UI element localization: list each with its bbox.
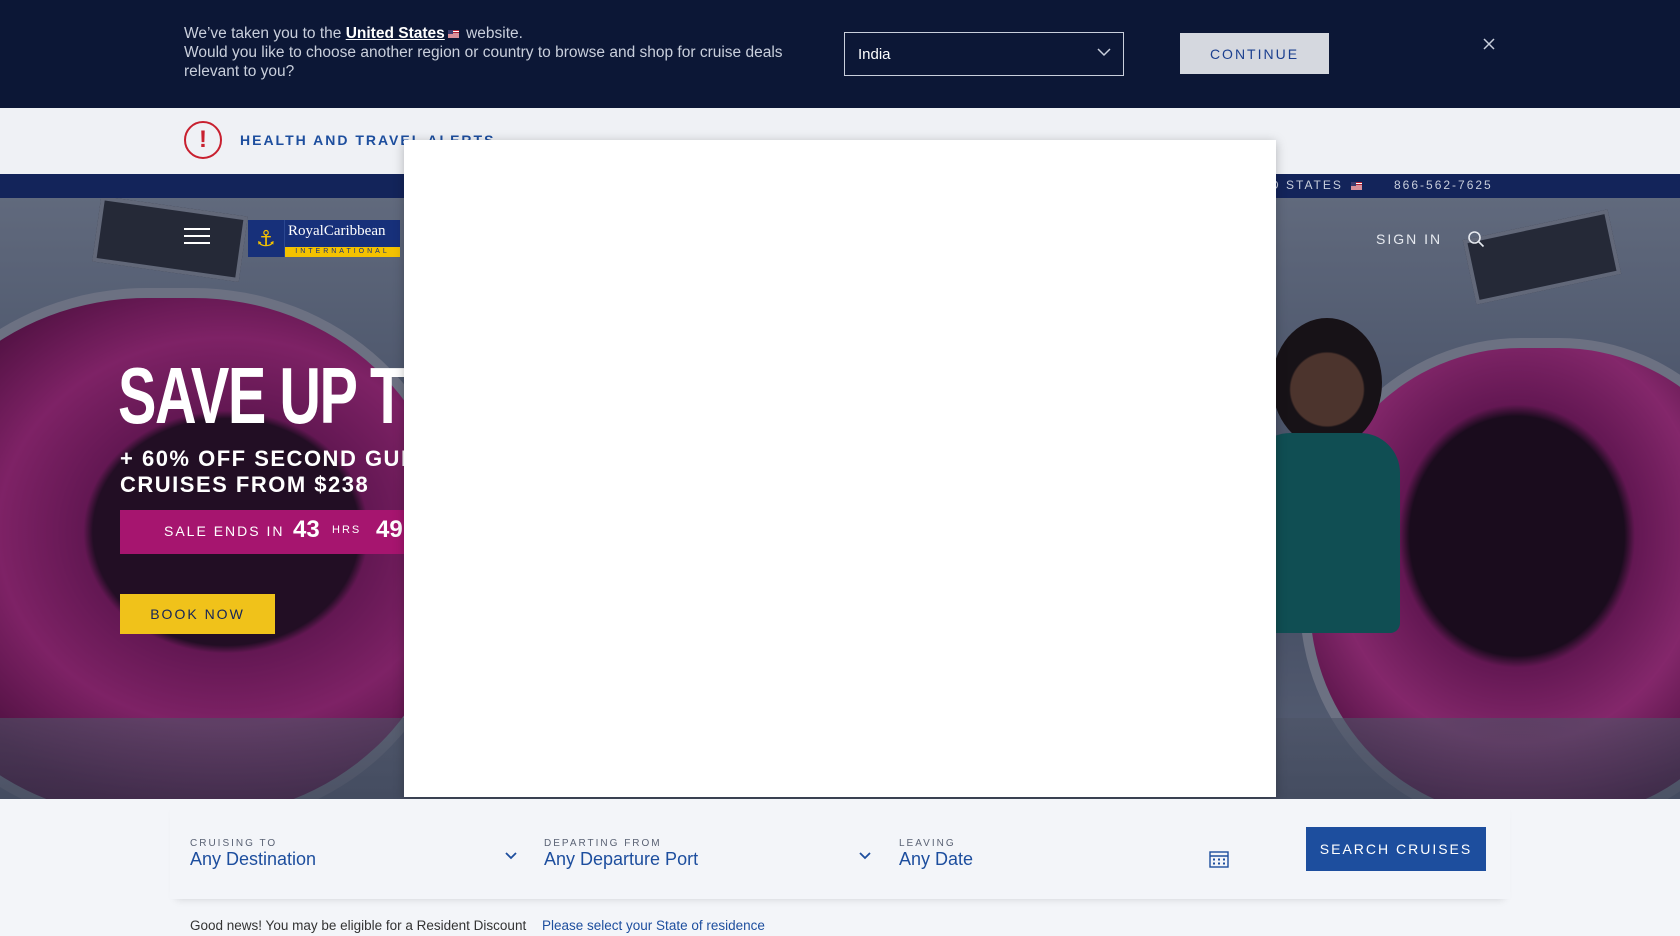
close-icon[interactable] bbox=[1481, 36, 1497, 52]
region-line2: Would you like to choose another region … bbox=[184, 44, 783, 80]
cruising-to-value: Any Destination bbox=[190, 849, 317, 869]
logo-name: RoyalCaribbean bbox=[288, 223, 386, 239]
sign-in-link[interactable]: SIGN IN bbox=[1376, 231, 1442, 247]
region-message: We’ve taken you to the United States web… bbox=[184, 24, 824, 81]
region-banner: We’ve taken you to the United States web… bbox=[0, 0, 1680, 108]
chevron-down-icon bbox=[1097, 48, 1111, 57]
state-of-residence-link[interactable]: Please select your State of residence bbox=[542, 918, 765, 933]
departing-from-label: DEPARTING FROM bbox=[544, 838, 662, 849]
utility-phone[interactable]: 866-562-7625 bbox=[1394, 178, 1493, 192]
leaving-label: LEAVING bbox=[899, 838, 956, 849]
region-line1-prefix: We’ve taken you to the bbox=[184, 25, 346, 42]
menu-icon[interactable] bbox=[184, 228, 210, 246]
logo-subtitle: INTERNATIONAL bbox=[285, 247, 400, 257]
departing-from-value: Any Departure Port bbox=[544, 849, 699, 869]
countdown-hours-unit: HRS bbox=[332, 524, 362, 536]
region-select[interactable]: India bbox=[844, 32, 1124, 76]
hero-headline: SAVE UP TO bbox=[118, 351, 448, 440]
us-flag-icon bbox=[1351, 181, 1363, 190]
chevron-down-icon bbox=[859, 852, 871, 860]
hero-subline-1: + 60% OFF SECOND GUE bbox=[120, 446, 418, 471]
chevron-down-icon bbox=[505, 852, 517, 860]
leaving-value: Any Date bbox=[899, 849, 974, 869]
region-country-link[interactable]: United States bbox=[346, 25, 445, 42]
resident-discount-text: Good news! You may be eligible for a Res… bbox=[190, 918, 527, 933]
hero-subline-2: CRUISES FROM $238 bbox=[120, 472, 370, 497]
continue-button[interactable]: CONTINUE bbox=[1180, 33, 1329, 74]
region-select-value: India bbox=[858, 46, 891, 63]
alert-icon: ! bbox=[184, 121, 222, 159]
book-now-button[interactable]: BOOK NOW bbox=[120, 594, 275, 634]
crown-anchor-icon: ⚓ bbox=[248, 220, 285, 257]
us-flag-icon bbox=[447, 29, 459, 38]
royal-caribbean-logo[interactable]: ⚓ RoyalCaribbean INTERNATIONAL bbox=[248, 220, 400, 257]
countdown-hours: 43 bbox=[293, 516, 320, 543]
region-line1-suffix: website. bbox=[461, 25, 523, 42]
calendar-icon[interactable] bbox=[1209, 850, 1229, 868]
cruising-to-label: CRUISING TO bbox=[190, 838, 278, 849]
search-icon[interactable] bbox=[1467, 230, 1485, 248]
modal-dialog[interactable] bbox=[404, 140, 1276, 797]
sale-label: SALE ENDS IN bbox=[164, 523, 285, 539]
countdown-minutes: 49 bbox=[376, 516, 403, 543]
search-cruises-button[interactable]: SEARCH CRUISES bbox=[1306, 827, 1486, 871]
